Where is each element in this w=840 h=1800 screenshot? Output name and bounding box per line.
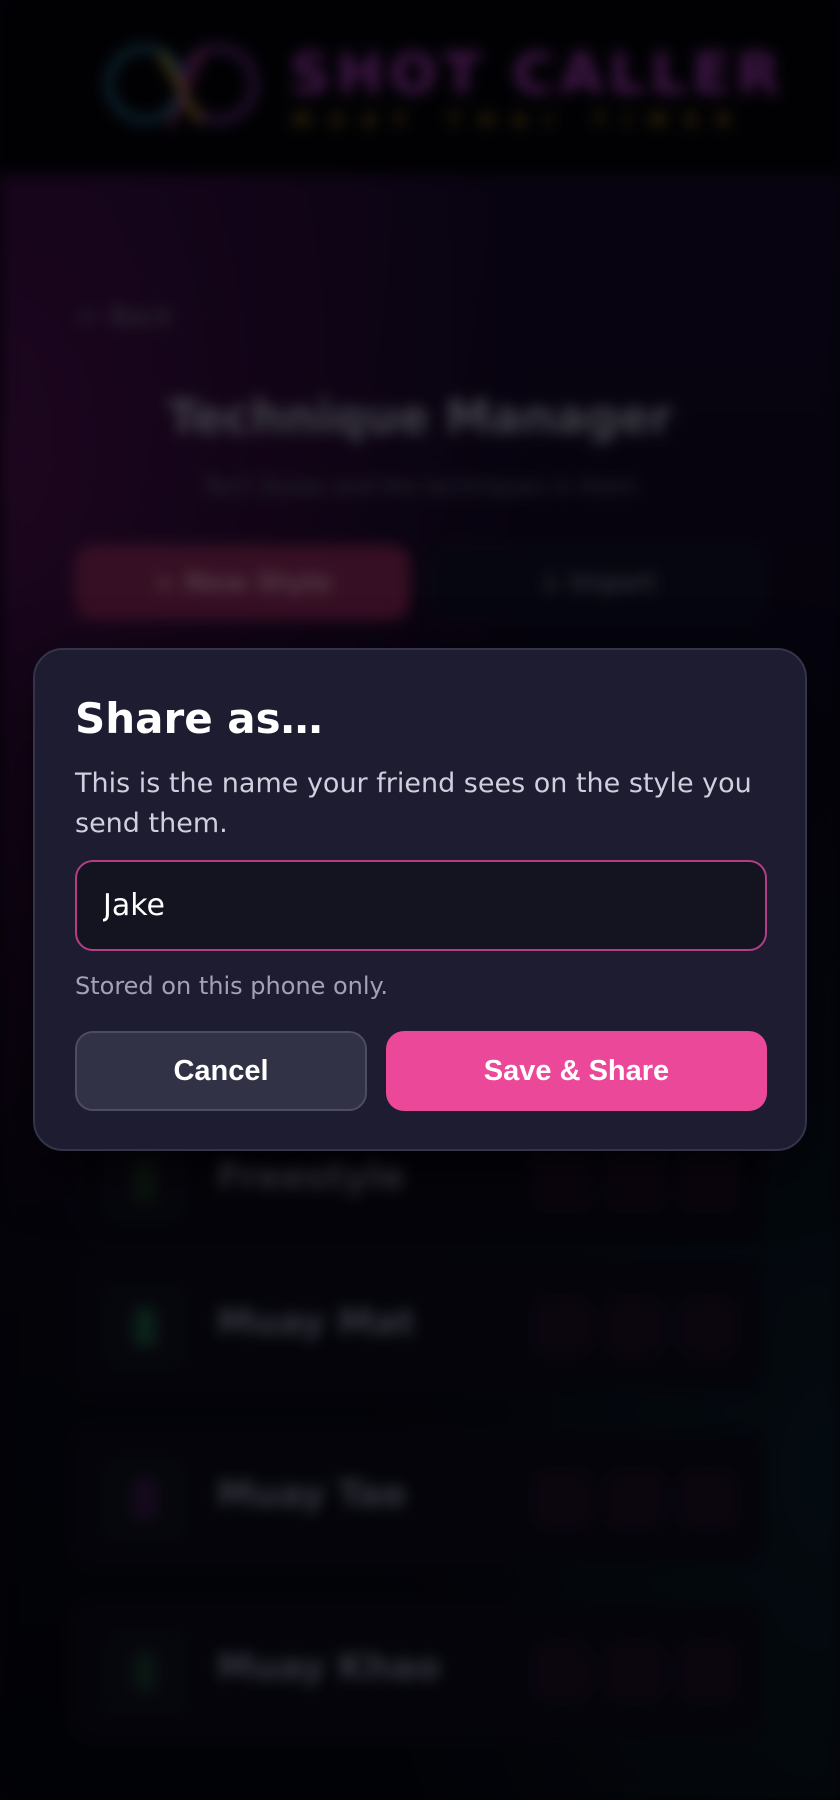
save-share-button[interactable]: Save & Share — [386, 1031, 767, 1111]
share-as-dialog: Share as… This is the name your friend s… — [33, 648, 807, 1151]
cancel-button[interactable]: Cancel — [75, 1031, 367, 1111]
share-name-input[interactable] — [75, 860, 767, 951]
dialog-description: This is the name your friend sees on the… — [75, 768, 752, 839]
storage-hint: Stored on this phone only. — [75, 972, 388, 1000]
dialog-title: Share as… — [75, 694, 323, 743]
